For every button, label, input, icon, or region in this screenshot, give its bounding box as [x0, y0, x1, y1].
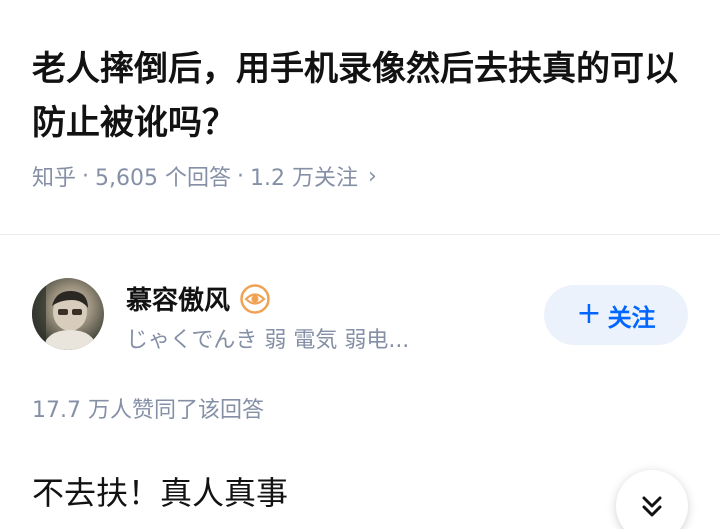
author-bio: じゃくでんき 弱 電気 弱电... [126, 328, 410, 353]
divider [0, 234, 720, 235]
double-chevron-down-icon [642, 496, 662, 517]
author-name[interactable]: 慕容傲风 [126, 280, 230, 317]
question-meta[interactable]: 知乎 · 5,605 个回答 · 1.2 万关注 › [32, 160, 377, 192]
answer-first-line[interactable]: 不去扶！真人真事 [32, 468, 288, 514]
eye-badge-icon [240, 283, 270, 314]
source-label: 知乎 [32, 166, 77, 191]
chevron-right-icon: › [367, 163, 377, 189]
meta-separator: · [237, 163, 244, 189]
question-title[interactable]: 老人摔倒后，用手机录像然后去扶真的可以防止被讹吗？ [32, 42, 692, 150]
follow-button[interactable]: + 关注 [544, 285, 688, 345]
scroll-down-button[interactable] [616, 470, 688, 529]
answers-count: 5,605 个回答 [95, 166, 231, 191]
plus-icon: + [576, 296, 602, 331]
avatar-image [32, 278, 98, 350]
follow-button-label: 关注 [607, 303, 656, 332]
vote-count: 17.7 万人赞同了该回答 [32, 398, 264, 423]
avatar[interactable] [32, 278, 104, 350]
followers-count: 1.2 万关注 [250, 166, 358, 191]
author-name-row[interactable]: 慕容傲风 [126, 280, 270, 317]
meta-separator: · [82, 163, 90, 189]
